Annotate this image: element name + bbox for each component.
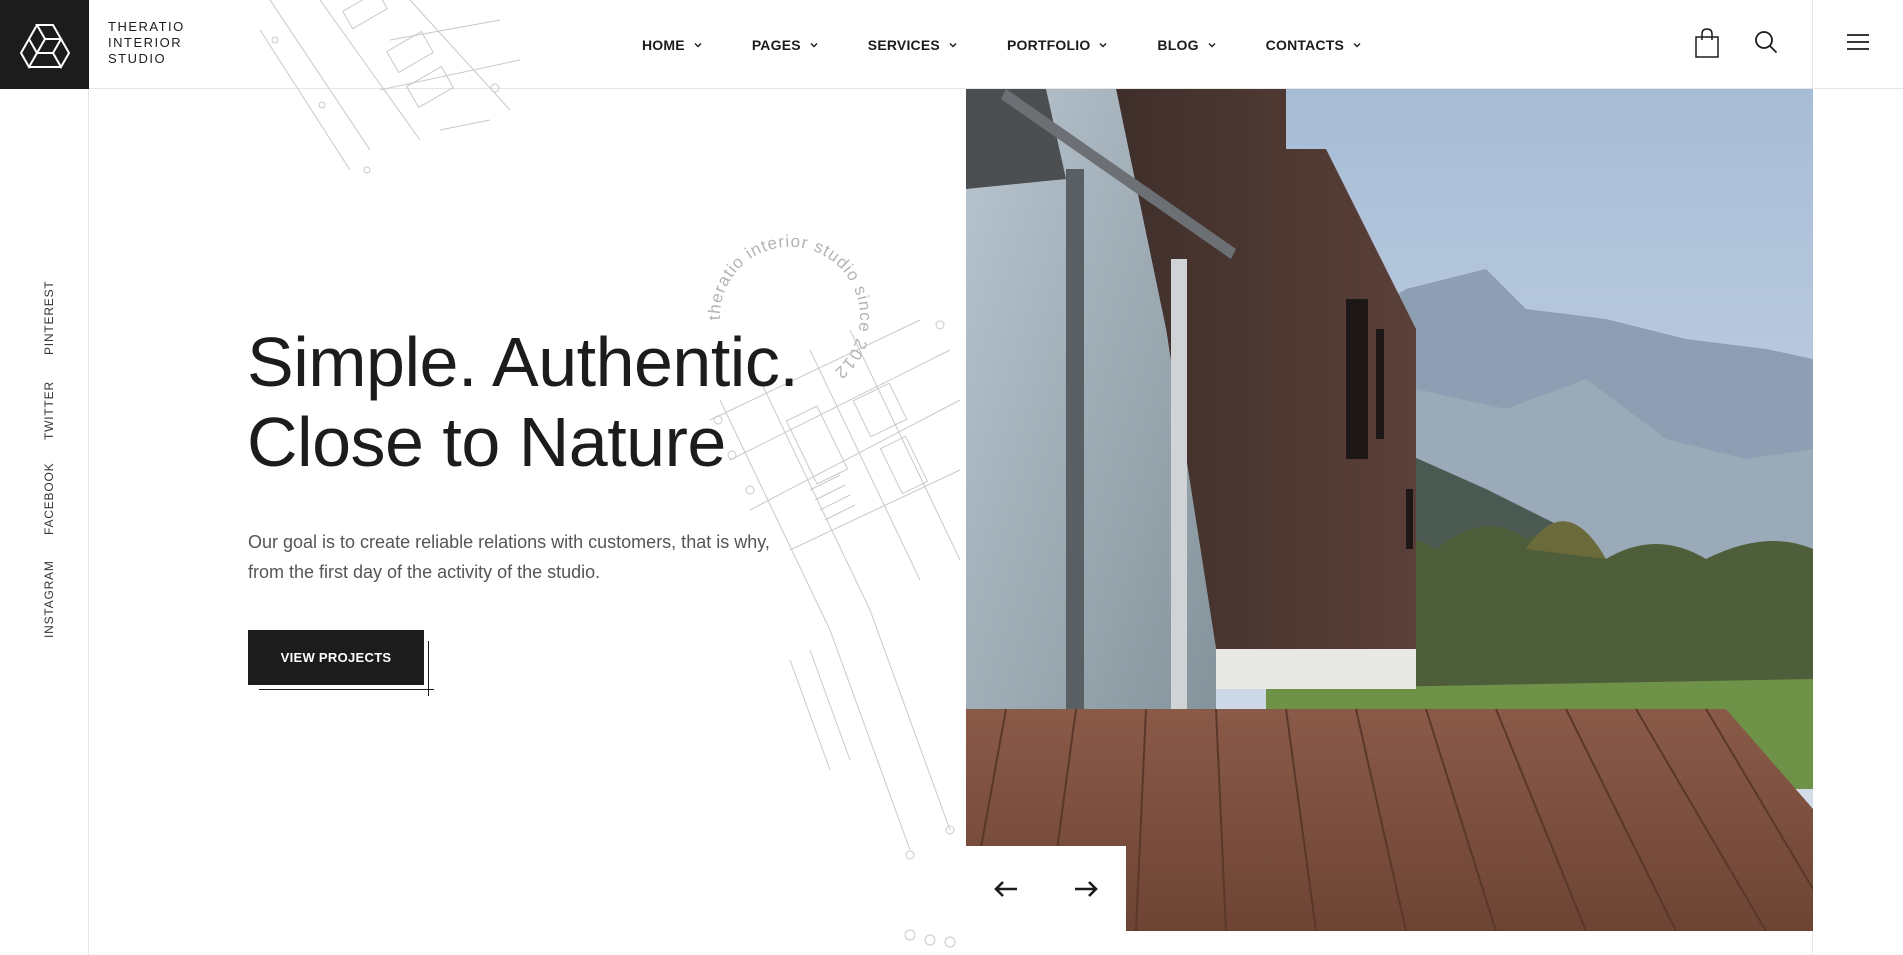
nav-label: CONTACTS bbox=[1265, 36, 1345, 53]
view-projects-button[interactable]: VIEW PROJECTS bbox=[248, 630, 424, 685]
hero-heading: Simple. Authentic. Close to Nature bbox=[247, 322, 799, 482]
chevron-down-icon bbox=[949, 42, 957, 47]
arrow-left-icon[interactable] bbox=[993, 880, 1019, 898]
site-header: THERATIO INTERIOR STUDIO HOME PAGES SERV… bbox=[0, 0, 1903, 89]
chevron-down-icon bbox=[1353, 42, 1361, 47]
nav-label: BLOG bbox=[1157, 36, 1199, 53]
search-icon[interactable] bbox=[1754, 30, 1778, 54]
brand-line-2: INTERIOR bbox=[108, 35, 183, 50]
nav-item-blog[interactable]: BLOG bbox=[1157, 36, 1216, 53]
chevron-down-icon bbox=[1208, 42, 1216, 47]
social-link-facebook[interactable]: FACEBOOK bbox=[42, 463, 56, 535]
shopping-bag-icon[interactable] bbox=[1694, 28, 1720, 58]
social-link-twitter[interactable]: TWITTER bbox=[42, 381, 56, 440]
social-link-pinterest[interactable]: PINTEREST bbox=[42, 280, 56, 355]
chevron-down-icon bbox=[1099, 42, 1107, 47]
logo-mark-icon[interactable] bbox=[0, 0, 89, 89]
hero-heading-line-1: Simple. Authentic. bbox=[247, 323, 799, 401]
button-decoration-line bbox=[428, 641, 429, 696]
nav-label: SERVICES bbox=[867, 36, 940, 53]
main-navigation: HOME PAGES SERVICES PORTFOLIO BLOG CONTA… bbox=[642, 0, 1411, 89]
hero-image bbox=[966, 89, 1813, 931]
brand-line-3: STUDIO bbox=[108, 51, 167, 66]
slider-navigation bbox=[966, 846, 1126, 931]
nav-item-services[interactable]: SERVICES bbox=[868, 37, 957, 53]
nav-item-pages[interactable]: PAGES bbox=[752, 37, 818, 53]
nav-label: PORTFOLIO bbox=[1006, 36, 1091, 53]
arrow-right-icon[interactable] bbox=[1073, 880, 1099, 898]
button-decoration-line bbox=[259, 689, 434, 690]
hero-heading-line-2: Close to Nature bbox=[247, 403, 726, 481]
chevron-down-icon bbox=[694, 42, 702, 47]
brand-name[interactable]: THERATIO INTERIOR STUDIO bbox=[108, 19, 185, 67]
nav-label: PAGES bbox=[751, 36, 801, 53]
chevron-down-icon bbox=[810, 42, 818, 47]
sidebar-divider bbox=[88, 89, 89, 955]
nav-item-home[interactable]: HOME bbox=[642, 37, 702, 53]
brand-line-1: THERATIO bbox=[108, 19, 185, 34]
nav-label: HOME bbox=[642, 36, 685, 53]
nav-item-contacts[interactable]: CONTACTS bbox=[1266, 37, 1361, 53]
social-link-instagram[interactable]: INSTAGRAM bbox=[42, 560, 56, 638]
nav-item-portfolio[interactable]: PORTFOLIO bbox=[1007, 37, 1107, 53]
hamburger-menu-icon[interactable] bbox=[1847, 33, 1869, 51]
hero-description: Our goal is to create reliable relations… bbox=[248, 532, 770, 582]
